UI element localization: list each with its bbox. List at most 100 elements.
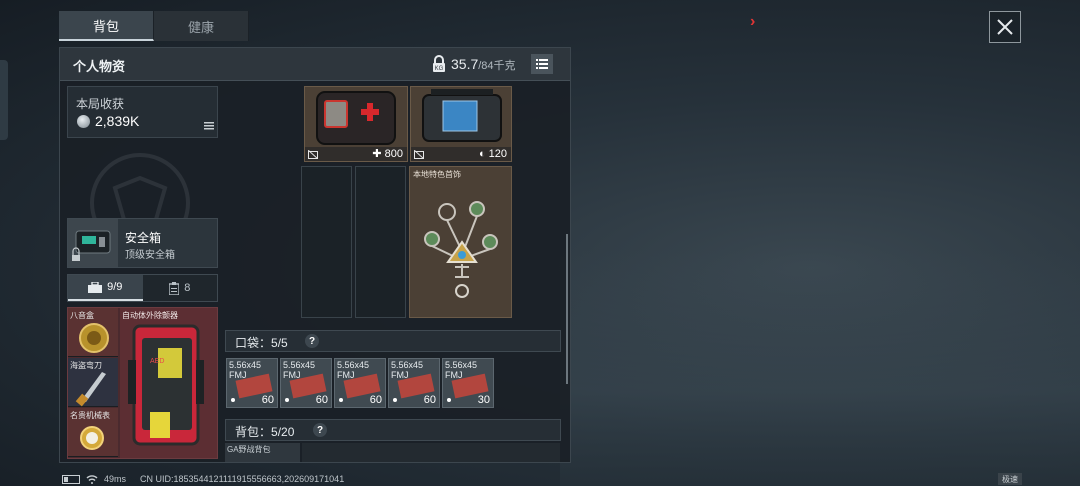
backpack-title: 背包：: [235, 425, 272, 439]
safebox-name: 安全箱: [125, 231, 162, 245]
backpack-count: 5/20: [271, 425, 295, 439]
medkit-image: [316, 91, 396, 145]
item-label: 八音盒: [70, 311, 94, 320]
battery-icon: [62, 474, 80, 484]
status-bar: 49ms CN UID:1853544121111915556663,20260…: [62, 474, 344, 484]
equip-slot-music-box[interactable]: 八音盒: [68, 308, 118, 357]
tactical-bag-image: [422, 89, 502, 142]
safebox-slot[interactable]: 安全箱 顶级安全箱: [67, 218, 218, 268]
durability-amount: 120: [488, 148, 507, 160]
backpack-label: 背包：5/20: [235, 423, 294, 440]
pocket-label: 口袋：5/5: [235, 334, 288, 351]
ammo-count: 60: [423, 394, 436, 406]
equip-slot-pirate-cutlass[interactable]: 海盗弯刀: [68, 358, 118, 407]
earnings-value: 2,839K: [95, 113, 140, 129]
item-label: 名贵机械表: [70, 411, 110, 420]
safebox-image: [72, 230, 111, 261]
item-footer: ◐ 120: [411, 147, 511, 161]
speed-badge: 极速: [998, 473, 1022, 485]
weight-current: 35.7: [451, 56, 479, 72]
item-footer: ✚ 800: [305, 147, 407, 161]
item-tactical-bag[interactable]: ◐ 120: [410, 86, 512, 162]
clipboard-icon: [169, 281, 180, 295]
durability-value: ◐ 120: [478, 148, 507, 160]
weight-readout: 35.7/84千克: [451, 56, 516, 73]
ammo-dot: [231, 398, 235, 402]
pocket-title: 口袋：: [235, 336, 272, 350]
backpack-item-name: GA野战背包: [227, 445, 271, 454]
grid-scrollbar[interactable]: [566, 234, 568, 384]
ammo-count: 60: [261, 394, 274, 406]
backpack-section-bar: 背包：5/20 ?: [225, 419, 561, 441]
aed-image: AED: [128, 324, 204, 446]
ammo-dot: [393, 398, 397, 402]
personal-supplies-panel: 个人物资 KG 35.7/84千克 本局收获 2,839K 安全箱 顶级安全箱 …: [59, 47, 571, 463]
ammo-item[interactable]: 5.56x45 FMJ 30: [442, 358, 494, 408]
earnings-box[interactable]: 本局收获 2,839K: [67, 86, 218, 138]
empty-slot[interactable]: [301, 166, 352, 318]
ornament-image: [424, 201, 498, 298]
no-bind-icon: [308, 150, 318, 159]
equip-slot-luxury-watch[interactable]: 名贵机械表: [68, 408, 118, 457]
background-floor: [560, 250, 1080, 486]
panel-header: 个人物资 KG 35.7/84千克: [60, 48, 570, 81]
item-label: 自动体外除颤器: [122, 311, 178, 320]
panel-title: 个人物资: [73, 59, 126, 74]
ammo-name: 5.56x45 FMJ: [337, 360, 370, 380]
earnings-label: 本局收获: [76, 97, 125, 111]
ammo-count: 60: [315, 394, 328, 406]
ammo-name: 5.56x45 FMJ: [229, 360, 262, 380]
list-icon: [204, 122, 214, 130]
ammo-name: 5.56x45 FMJ: [445, 360, 478, 380]
weight-lock-icon: KG: [433, 55, 445, 72]
tab-toolbox[interactable]: 9/9: [68, 275, 143, 301]
ammo-item[interactable]: 5.56x45 FMJ 60: [280, 358, 332, 408]
ammo-item[interactable]: 5.56x45 FMJ 60: [226, 358, 278, 408]
no-bind-icon: [414, 150, 424, 159]
tab-backpack[interactable]: 背包: [59, 11, 154, 41]
ammo-item[interactable]: 5.56x45 FMJ 60: [334, 358, 386, 408]
item-local-ornament[interactable]: 本地特色首饰: [409, 166, 512, 318]
svg-text:KG: KG: [435, 66, 444, 72]
safebox-subtitle: 顶级安全箱: [125, 250, 175, 261]
clipboard-count: 8: [184, 282, 191, 294]
sort-list-button[interactable]: [531, 54, 553, 74]
weight-max: /84千克: [478, 60, 516, 72]
equip-slot-aed[interactable]: 自动体外除颤器 AED: [120, 308, 217, 458]
ammo-item[interactable]: 5.56x45 FMJ 60: [388, 358, 440, 408]
equipment-area: 八音盒 海盗弯刀 名贵机械表 自动体外除颤器 AED: [67, 307, 218, 459]
side-handle[interactable]: [0, 60, 8, 140]
uid-text: CN UID:1853544121111915556663,2026091710…: [140, 474, 345, 484]
close-icon: [997, 19, 1013, 35]
chevron-right-icon[interactable]: ›: [750, 13, 755, 31]
help-icon[interactable]: ?: [313, 423, 327, 437]
tab-clipboard[interactable]: 8: [142, 275, 217, 301]
pocket-count: 5/5: [271, 336, 288, 350]
empty-slot[interactable]: [355, 166, 406, 318]
ammo-dot: [447, 398, 451, 402]
heal-amount: 800: [384, 148, 403, 160]
tab-health[interactable]: 健康: [154, 11, 249, 41]
wifi-icon: [86, 474, 98, 484]
svg-text:AED: AED: [150, 358, 164, 365]
ammo-count: 30: [477, 394, 490, 406]
heal-value: ✚ 800: [372, 148, 403, 160]
item-label: 海盗弯刀: [70, 361, 102, 370]
ammo-name: 5.56x45 FMJ: [283, 360, 316, 380]
ammo-name: 5.56x45 FMJ: [391, 360, 424, 380]
container-tab-bar: 9/9 8: [67, 274, 218, 302]
item-name: 本地特色首饰: [413, 170, 461, 179]
ammo-count: 60: [369, 394, 382, 406]
safebox-thumbnail: [68, 219, 118, 267]
ammo-dot: [339, 398, 343, 402]
item-medkit[interactable]: ✚ 800: [304, 86, 408, 162]
list-icon: [536, 59, 548, 69]
toolbox-icon: [88, 281, 103, 293]
backpack-item[interactable]: GA野战背包: [225, 443, 300, 462]
close-button[interactable]: [989, 11, 1021, 43]
toolbox-count: 9/9: [107, 281, 123, 293]
help-icon[interactable]: ?: [305, 334, 319, 348]
ammo-dot: [285, 398, 289, 402]
backpack-slot-row[interactable]: [302, 443, 560, 462]
pocket-section-bar: 口袋：5/5 ?: [225, 330, 561, 352]
